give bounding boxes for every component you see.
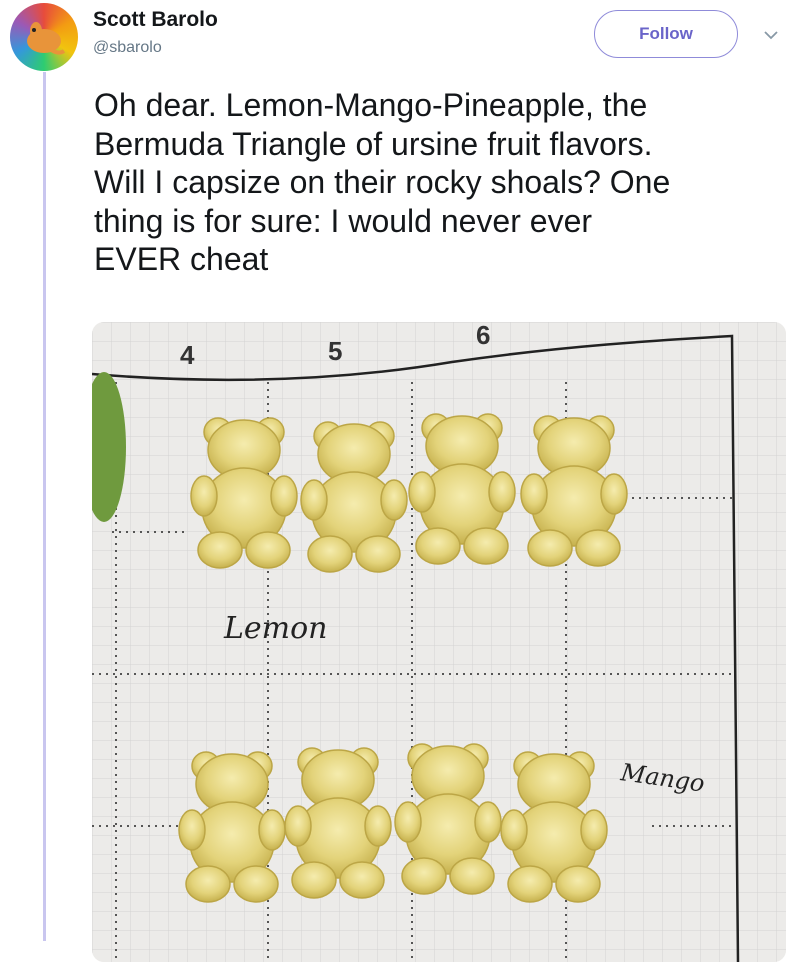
gummy-bear xyxy=(190,417,298,569)
gummy-bear xyxy=(394,743,502,895)
tweet-text-line: Bermuda Triangle of ursine fruit flavors… xyxy=(94,125,653,162)
thread-line xyxy=(43,72,46,941)
gummy-bear xyxy=(284,747,392,899)
tweet-photo[interactable]: 4 5 6 Lemon Mango xyxy=(92,322,786,962)
handwritten-label: Lemon xyxy=(223,611,328,646)
gummy-bear-photo: 4 5 6 Lemon Mango xyxy=(92,322,786,962)
tweet-text-line: Will I capsize on their rocky shoals? On… xyxy=(94,164,671,200)
tweet-text: Oh dear. Lemon-Mango-Pineapple, the Berm… xyxy=(94,86,794,279)
tweet-text-line: thing is for sure: I would never ever xyxy=(94,202,593,239)
gummy-bear xyxy=(300,421,408,573)
gummy-bear xyxy=(178,751,286,903)
tweet-text-line: EVER cheat xyxy=(94,241,269,277)
chevron-down-icon[interactable] xyxy=(762,26,780,44)
column-number: 6 xyxy=(476,322,490,350)
tweet-text-line: Oh dear. Lemon-Mango-Pineapple, the xyxy=(94,87,648,123)
avatar[interactable] xyxy=(10,3,78,71)
gummy-bear xyxy=(520,415,628,567)
author-name[interactable]: Scott Barolo xyxy=(93,8,218,32)
column-number: 4 xyxy=(180,340,195,370)
column-number: 5 xyxy=(328,336,342,366)
avatar-icon xyxy=(27,22,66,55)
follow-button[interactable]: Follow xyxy=(594,10,738,58)
gummy-bear xyxy=(408,413,516,565)
author-handle[interactable]: @sbarolo xyxy=(93,39,162,57)
gummy-bear xyxy=(500,751,608,903)
